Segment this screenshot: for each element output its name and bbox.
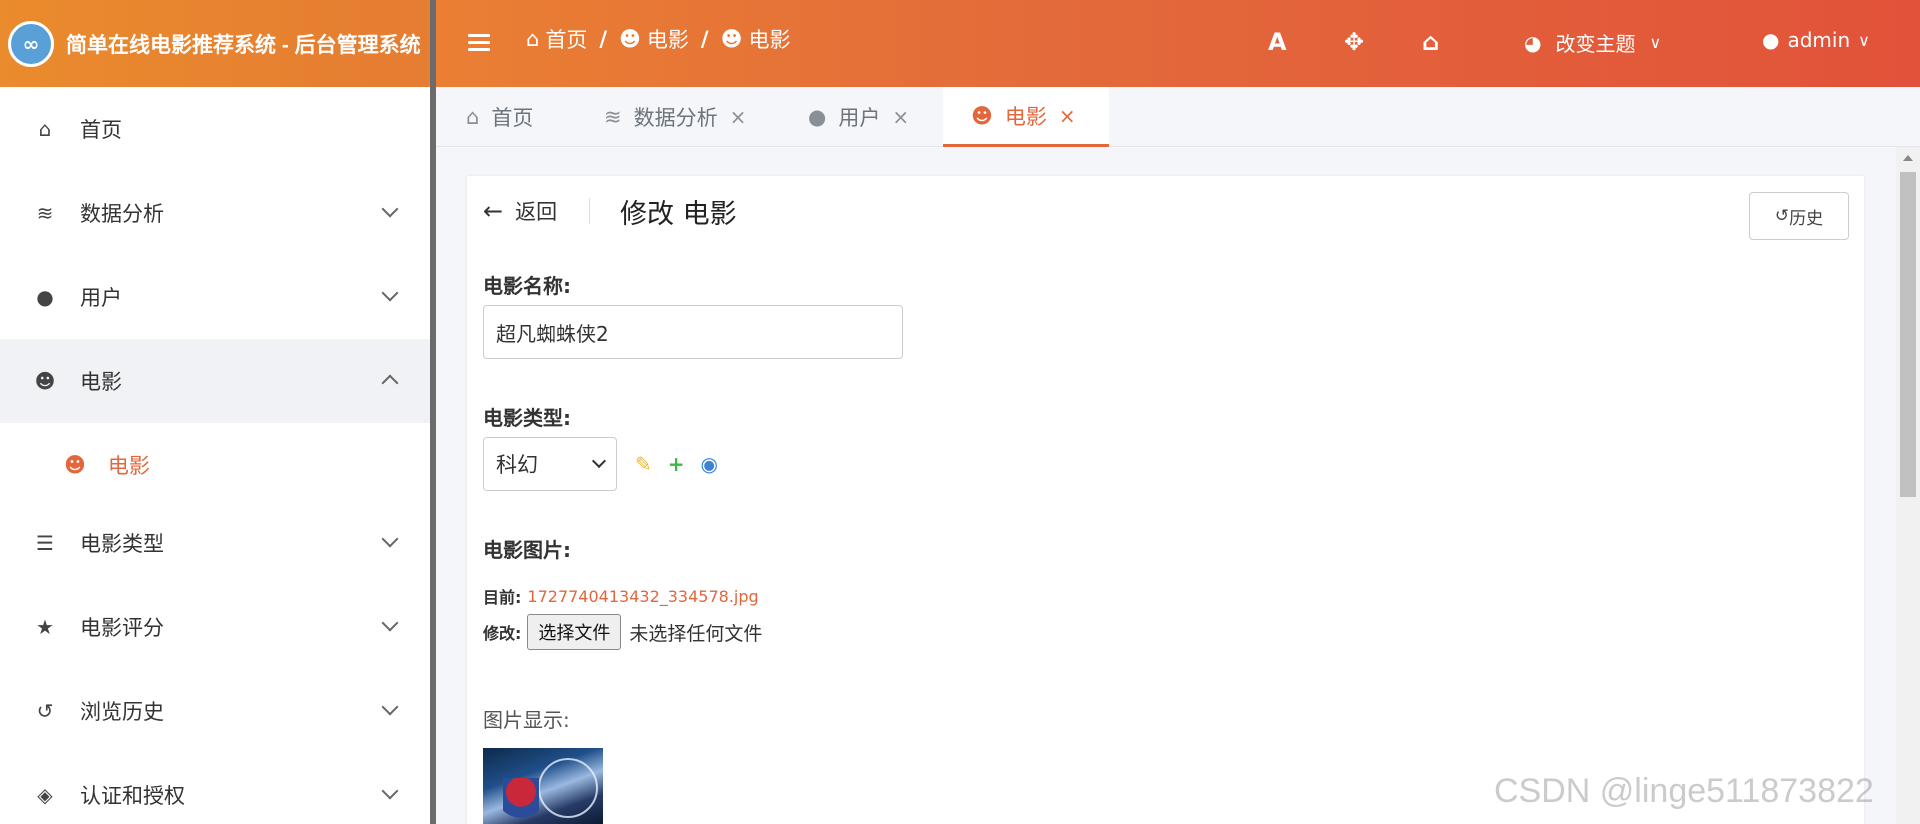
chevron-up-icon [381,374,399,392]
menu-toggle-icon[interactable] [466,30,492,56]
no-file-text: 未选择任何文件 [629,622,763,645]
expand-icon[interactable]: ✥ [1344,28,1364,56]
tab-bar: ⌂ 首页 ≋ 数据分析 × ● 用户 × ☻ 电影 × [436,87,1920,147]
tab-movies[interactable]: ☻ 电影 × [943,87,1109,147]
theme-label: 改变主题 [1555,32,1636,56]
history-button[interactable]: ↺ 历史 [1749,192,1849,240]
theme-switcher[interactable]: ◕ 改变主题 ∨ [1524,28,1661,57]
top-header: ∞ 简单在线电影推荐系统 - 后台管理系统 ⌂ 首页 / ☻ 电影 / ☻ 电影… [0,0,1920,87]
chevron-down-icon [381,782,399,800]
breadcrumb: ⌂ 首页 / ☻ 电影 / ☻ 电影 [526,24,791,54]
movie-name-field[interactable] [483,305,903,359]
font-icon[interactable]: A [1268,28,1287,56]
home-icon[interactable]: ⌂ [1422,28,1439,56]
chevron-down-icon [381,698,399,716]
github-icon: ☻ [720,27,743,51]
star-icon: ★ [36,615,54,639]
poster-figure-shape [503,778,539,824]
sidebar-item-ratings[interactable]: ★ 电影评分 [0,585,430,669]
github-icon: ☻ [64,453,86,477]
scroll-up-icon[interactable] [1903,155,1913,161]
sidebar-item-home[interactable]: ⌂ 首页 [0,87,430,171]
back-button[interactable]: ← 返回 [483,196,557,226]
github-icon: ☻ [619,27,641,51]
close-icon[interactable]: × [1059,104,1076,128]
user-menu[interactable]: ● admin ∨ [1762,28,1870,52]
sidebar-item-history[interactable]: ↺ 浏览历史 [0,669,430,753]
choose-file-button[interactable]: 选择文件 [527,614,622,650]
github-icon: ☻ [34,369,56,393]
sidebar-item-auth[interactable]: ◈ 认证和授权 [0,753,430,824]
poster-web-shape [538,758,598,818]
breadcrumb-separator: / [599,27,608,51]
tab-home[interactable]: ⌂ 首页 [466,87,533,147]
chevron-down-icon [381,200,399,218]
movie-name-label: 电影名称: [483,274,571,298]
home-icon: ⌂ [466,105,480,129]
breadcrumb-item-home[interactable]: ⌂ 首页 [526,24,587,54]
eye-icon[interactable]: ◉ [701,452,718,476]
chevron-down-icon [381,284,399,302]
movie-image-label: 电影图片: [483,538,571,562]
history-icon: ↺ [1774,206,1790,226]
sidebar-item-analytics[interactable]: ≋ 数据分析 [0,171,430,255]
change-label: 修改: [483,624,522,643]
close-icon[interactable]: × [730,105,747,129]
movie-type-select[interactable]: 科幻 [483,437,617,491]
tab-users[interactable]: ● 用户 × [808,87,909,147]
sidebar-item-movie-types[interactable]: ☰ 电影类型 [0,501,430,585]
image-preview-label: 图片显示: [483,708,570,732]
page-scrollbar[interactable] [1896,147,1920,824]
brand-title: 简单在线电影推荐系统 - 后台管理系统 [66,33,421,57]
close-icon[interactable]: × [892,105,909,129]
history-icon: ↺ [36,699,54,723]
home-icon: ⌂ [526,27,540,51]
pencil-icon[interactable]: ✎ [635,452,652,476]
sidebar-subitem-movie[interactable]: ☻ 电影 [0,423,430,507]
breadcrumb-item-movie-current: ☻ 电影 [720,27,791,52]
current-file-link[interactable]: 1727740413432_334578.jpg [527,587,758,606]
palette-icon: ◕ [1524,30,1542,55]
movie-poster-image [483,748,603,824]
watermark: CSDN @linge511873822 [1494,772,1874,810]
database-icon: ≋ [36,201,54,225]
scrollbar-thumb[interactable] [1900,172,1916,497]
page-title: 修改 电影 [620,199,737,230]
chevron-down-icon: ∨ [1858,30,1870,50]
shield-icon: ◈ [37,783,53,807]
user-label: admin [1787,28,1851,52]
header-divider [589,198,590,224]
type-actions: ✎ + ◉ [635,452,718,476]
movie-type-label: 电影类型: [483,406,571,430]
tab-analytics[interactable]: ≋ 数据分析 × [604,87,746,147]
logo-icon: ∞ [8,20,54,67]
home-icon: ⌂ [38,117,52,141]
chevron-down-icon: ∨ [1649,33,1662,52]
user-icon: ● [808,105,827,129]
edit-movie-card: ← 返回 修改 电影 ↺ 历史 电影名称: 电影类型: 科幻 ✎ + ◉ 电影图… [467,176,1864,824]
arrow-left-icon: ← [483,197,504,225]
user-icon: ● [1762,28,1780,52]
user-icon: ● [36,285,54,309]
current-label: 目前: [483,588,522,607]
sidebar-item-users[interactable]: ● 用户 [0,255,430,339]
current-file-row: 目前: 1727740413432_334578.jpg [483,584,759,608]
github-icon: ☻ [971,103,993,128]
chevron-down-icon [381,614,399,632]
database-icon: ≋ [604,105,622,129]
breadcrumb-separator: / [700,27,709,51]
sidebar-item-movies[interactable]: ☻ 电影 [0,339,430,423]
brand[interactable]: ∞ 简单在线电影推荐系统 - 后台管理系统 [0,0,428,87]
chevron-down-icon [591,453,607,469]
change-file-row: 修改: 选择文件 未选择任何文件 [483,614,762,650]
breadcrumb-item-movie[interactable]: ☻ 电影 [619,24,689,54]
chevron-down-icon [381,530,399,548]
list-icon: ☰ [36,531,54,555]
sidebar: ⌂ 首页 ≋ 数据分析 ● 用户 ☻ 电影 ☻ 电影 ☰ 电影类型 ★ 电影评分… [0,87,430,824]
plus-icon[interactable]: + [668,452,685,476]
